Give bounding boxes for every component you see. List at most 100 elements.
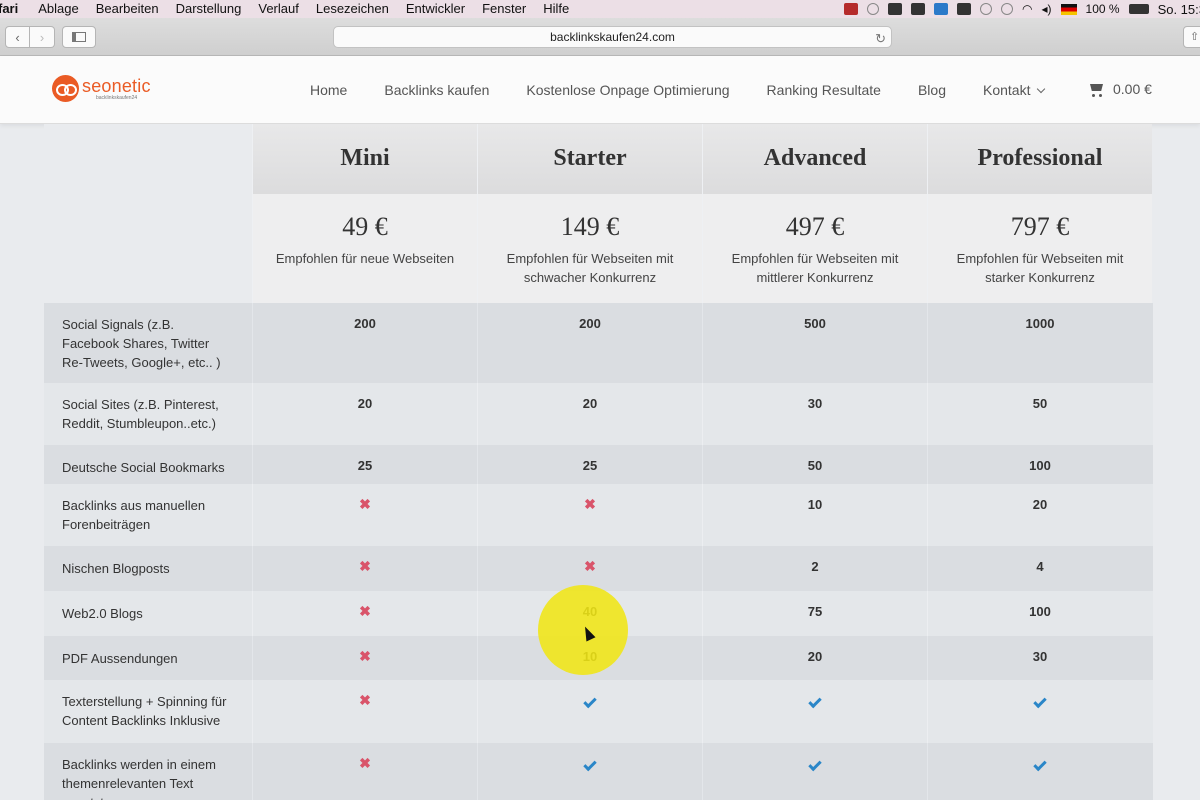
menu-hilfe[interactable]: Hilfe [543,0,569,18]
main-navigation: Home Backlinks kaufen Kostenlose Onpage … [310,82,1081,98]
menu-fenster[interactable]: Fenster [482,0,526,18]
feature-row: Backlinks werden in einem themenrelevante… [44,743,1153,800]
feature-label-line: Deutsche Social Bookmarks [62,460,225,475]
feature-label-line: Nischen Blogposts [62,561,170,576]
cross-icon: ✖ [359,496,371,512]
german-flag-icon[interactable] [1060,3,1077,15]
feature-value: 25 [582,458,598,473]
browser-toolbar: ‹ › backlinkskaufen24.com ↻ ⇧ [0,18,1200,56]
feature-row: Backlinks aus manuellen Forenbeiträgen ✖ ✖ 1… [44,484,1153,546]
dropbox-icon[interactable] [888,3,903,15]
plan-price-cell: 149 € Empfohlen für Webseiten mit schwach… [477,194,702,303]
check-icon [1033,694,1047,709]
feature-value-cell: 100 [927,445,1152,484]
reload-icon[interactable]: ↻ [875,28,886,49]
plan-price-cell: 49 € Empfohlen für neue Webseiten [252,194,477,303]
cross-icon: ✖ [359,755,371,771]
recording-icon[interactable] [844,3,859,15]
share-button[interactable]: ⇧ [1183,26,1200,48]
plan-name-professional: Professional [927,124,1152,194]
feature-value-cell: 20 [252,383,477,445]
feature-value: 20 [807,649,823,664]
check-icon [808,694,822,709]
wifi-icon[interactable]: ◠ [1022,2,1032,16]
pricing-table: Mini Starter Advanced Professional 49 € … [44,124,1153,800]
share-icon: ⇧ [1190,31,1200,43]
plan-name-advanced: Advanced [702,124,927,194]
feature-value: 4 [1036,559,1044,574]
volume-icon[interactable]: ◂) [1042,2,1052,16]
feature-label-line: Reddit, Stumbleupon..etc.) [62,416,216,431]
cart-total: 0.00 € [1113,81,1152,97]
feature-value-cell: 20 [477,383,702,445]
time-machine-icon[interactable] [980,3,993,15]
chevron-left-icon: ‹ [15,29,20,45]
feature-value: 10 [807,497,823,512]
airplay-icon[interactable] [957,3,972,15]
feature-row: Texterstellung + Spinning für Content Bac… [44,680,1153,743]
evernote-icon[interactable] [911,3,926,15]
nav-ranking-resultate[interactable]: Ranking Resultate [767,82,881,98]
plan-description: Empfohlen für Webseiten mit mittlerer Kon… [731,251,899,285]
sidebar-icon [72,32,86,42]
forward-button[interactable]: › [30,26,55,48]
feature-value-cell: 100 [927,591,1152,636]
status-area: ◠ ◂) 100 % So. 15:3 [844,0,1200,18]
nav-kontakt[interactable]: Kontakt [983,82,1046,98]
sync-icon[interactable] [867,3,880,15]
battery-icon[interactable] [1128,4,1149,14]
empty-label-cell [44,194,252,303]
site-logo[interactable]: seonetic backlinkskaufen24 [52,75,151,102]
url-text: backlinkskaufen24.com [550,30,675,44]
plan-name-mini: Mini [252,124,477,194]
menu-app-name[interactable]: fari [0,0,18,18]
feature-label: Social Signals (z.B. Facebook Shares, Twi… [44,303,252,383]
feature-label: Social Sites (z.B. Pinterest, Reddit, Stu… [44,383,252,445]
feature-value-cell [477,743,702,800]
check-icon [583,694,597,709]
feature-value: 30 [1032,649,1048,664]
feature-value: 2 [811,559,819,574]
feature-value-cell: 4 [927,546,1152,591]
feature-value-cell: 200 [252,303,477,383]
plan-description: Empfohlen für Webseiten mit starker Konku… [956,251,1124,285]
menu-darstellung[interactable]: Darstellung [176,0,242,18]
feature-value-cell: 30 [702,383,927,445]
shopping-cart-icon [1088,83,1104,97]
feature-label: PDF Aussendungen [44,636,252,680]
feature-value: 200 [579,316,601,331]
feature-label: Backlinks werden in einem themenrelevante… [44,743,252,800]
bluetooth-icon[interactable] [1001,3,1014,15]
clock[interactable]: So. 15:3 [1158,2,1200,17]
feature-value-cell: 25 [477,445,702,484]
nav-blog[interactable]: Blog [918,82,946,98]
feature-value-cell: ✖ [252,591,477,636]
nav-onpage-optimierung[interactable]: Kostenlose Onpage Optimierung [526,82,729,98]
menu-entwickler[interactable]: Entwickler [406,0,465,18]
feature-value-cell: ✖ [252,680,477,743]
cross-icon: ✖ [584,558,596,574]
feature-value: 50 [1032,396,1048,411]
feature-row: Nischen Blogposts ✖ ✖ 2 4 [44,546,1153,591]
back-button[interactable]: ‹ [5,26,30,48]
cart-button[interactable]: 0.00 € [1088,81,1152,97]
cross-icon: ✖ [359,603,371,619]
address-bar[interactable]: backlinkskaufen24.com ↻ [333,26,892,48]
menu-verlauf[interactable]: Verlauf [258,0,298,18]
menu-bearbeiten[interactable]: Bearbeiten [96,0,159,18]
sidebar-toggle-button[interactable] [62,26,96,48]
plan-price-cell: 797 € Empfohlen für Webseiten mit starker… [927,194,1152,303]
feature-value: 100 [1029,458,1051,473]
feature-value-cell: ✖ [252,743,477,800]
plan-price: 797 € [1010,212,1070,241]
nav-home[interactable]: Home [310,82,347,98]
feature-label-line: Re-Tweets, Google+, etc.. ) [62,355,221,370]
battery-percent[interactable]: 100 % [1086,2,1120,16]
menu-ablage[interactable]: Ablage [38,0,78,18]
check-icon [583,757,597,772]
feature-row: Social Sites (z.B. Pinterest, Reddit, Stu… [44,383,1153,445]
feature-value: 75 [807,604,823,619]
menu-lesezeichen[interactable]: Lesezeichen [316,0,389,18]
nav-backlinks-kaufen[interactable]: Backlinks kaufen [384,82,489,98]
skype-icon[interactable] [934,3,949,15]
